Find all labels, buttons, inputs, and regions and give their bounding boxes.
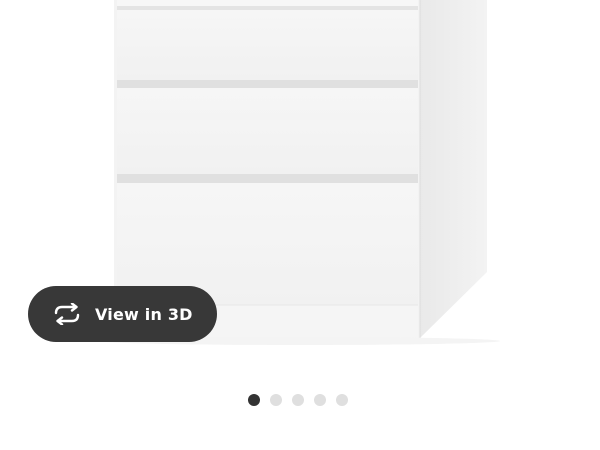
carousel-dot-1[interactable] bbox=[248, 394, 260, 406]
carousel-dot-2[interactable] bbox=[270, 394, 282, 406]
rotate-arrows-icon bbox=[52, 302, 82, 326]
product-gallery: View in 3D bbox=[0, 0, 600, 450]
carousel-dot-5[interactable] bbox=[336, 394, 348, 406]
carousel-dot-4[interactable] bbox=[314, 394, 326, 406]
view-in-3d-button[interactable]: View in 3D bbox=[28, 286, 217, 342]
view-in-3d-label: View in 3D bbox=[95, 304, 193, 324]
carousel-indicator bbox=[248, 394, 348, 406]
carousel-dot-3[interactable] bbox=[292, 394, 304, 406]
